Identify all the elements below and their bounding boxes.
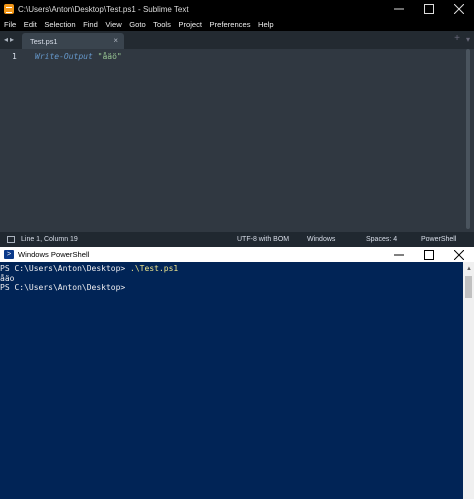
ps-close-button[interactable]: [444, 246, 474, 264]
code-keyword: Write-Output: [35, 52, 93, 61]
console-line: PS C:\Users\Anton\Desktop> .\Test.ps1: [0, 264, 462, 274]
console-command: .\Test.ps1: [130, 264, 179, 273]
code-string: "åäö": [97, 52, 122, 61]
status-line-endings[interactable]: Windows: [307, 236, 335, 243]
console-prompt: PS C:\Users\Anton\Desktop>: [0, 283, 126, 292]
ps-maximize-button[interactable]: [414, 246, 444, 264]
status-indent[interactable]: Spaces: 4: [366, 236, 397, 243]
menu-edit[interactable]: Edit: [24, 20, 37, 29]
window-title: C:\Users\Anton\Desktop\Test.ps1 - Sublim…: [18, 4, 189, 14]
code-editor[interactable]: 1 Write-Output "åäö": [0, 49, 474, 232]
powershell-window: > Windows PowerShell PS C:\Users\Anton\D…: [0, 247, 474, 499]
tab-test-ps1[interactable]: Test.ps1 ×: [22, 33, 124, 49]
editor-scrollbar[interactable]: [466, 49, 470, 229]
panel-toggle-icon[interactable]: [7, 236, 15, 243]
status-position: Line 1, Column 19: [21, 236, 78, 243]
powershell-title: Windows PowerShell: [18, 250, 90, 259]
maximize-button[interactable]: [414, 0, 444, 18]
tab-nav-arrows-icon[interactable]: ◂▸: [4, 35, 16, 44]
tab-overflow-icon[interactable]: ▾: [466, 35, 470, 44]
minimize-button[interactable]: [384, 0, 414, 18]
console-scrollbar[interactable]: ▲: [463, 262, 474, 499]
menu-selection[interactable]: Selection: [44, 20, 75, 29]
line-number: 1: [12, 52, 17, 61]
console-output: åäo: [0, 273, 15, 283]
menu-project[interactable]: Project: [178, 20, 202, 29]
menu-bar: File Edit Selection Find View Goto Tools…: [0, 18, 474, 31]
code-line[interactable]: Write-Output "åäö": [35, 52, 122, 61]
menu-goto[interactable]: Goto: [129, 20, 145, 29]
menu-tools[interactable]: Tools: [153, 20, 171, 29]
menu-file[interactable]: File: [4, 20, 16, 29]
menu-find[interactable]: Find: [83, 20, 98, 29]
menu-preferences[interactable]: Preferences: [210, 20, 251, 29]
close-button[interactable]: [444, 0, 474, 18]
new-tab-icon[interactable]: +: [454, 33, 460, 44]
sublime-logo-icon: [4, 4, 14, 14]
status-syntax[interactable]: PowerShell: [421, 236, 456, 243]
powershell-titlebar: > Windows PowerShell: [0, 247, 474, 262]
powershell-console[interactable]: PS C:\Users\Anton\Desktop> .\Test.ps1 åä…: [0, 264, 462, 293]
powershell-logo-icon: >: [4, 250, 14, 259]
ps-minimize-button[interactable]: [384, 246, 414, 264]
menu-help[interactable]: Help: [258, 20, 274, 29]
menu-view[interactable]: View: [105, 20, 121, 29]
sublime-titlebar: C:\Users\Anton\Desktop\Test.ps1 - Sublim…: [0, 0, 474, 18]
tab-close-icon[interactable]: ×: [113, 36, 118, 45]
sublime-window: C:\Users\Anton\Desktop\Test.ps1 - Sublim…: [0, 0, 474, 247]
status-encoding[interactable]: UTF-8 with BOM: [237, 236, 289, 243]
scrollbar-thumb[interactable]: [465, 276, 472, 298]
tab-bar: ◂▸ Test.ps1 × + ▾: [0, 31, 474, 49]
console-line: PS C:\Users\Anton\Desktop>: [0, 283, 462, 293]
tab-label: Test.ps1: [30, 37, 58, 46]
console-prompt: PS C:\Users\Anton\Desktop>: [0, 264, 131, 273]
scroll-up-icon[interactable]: ▲: [466, 266, 472, 272]
